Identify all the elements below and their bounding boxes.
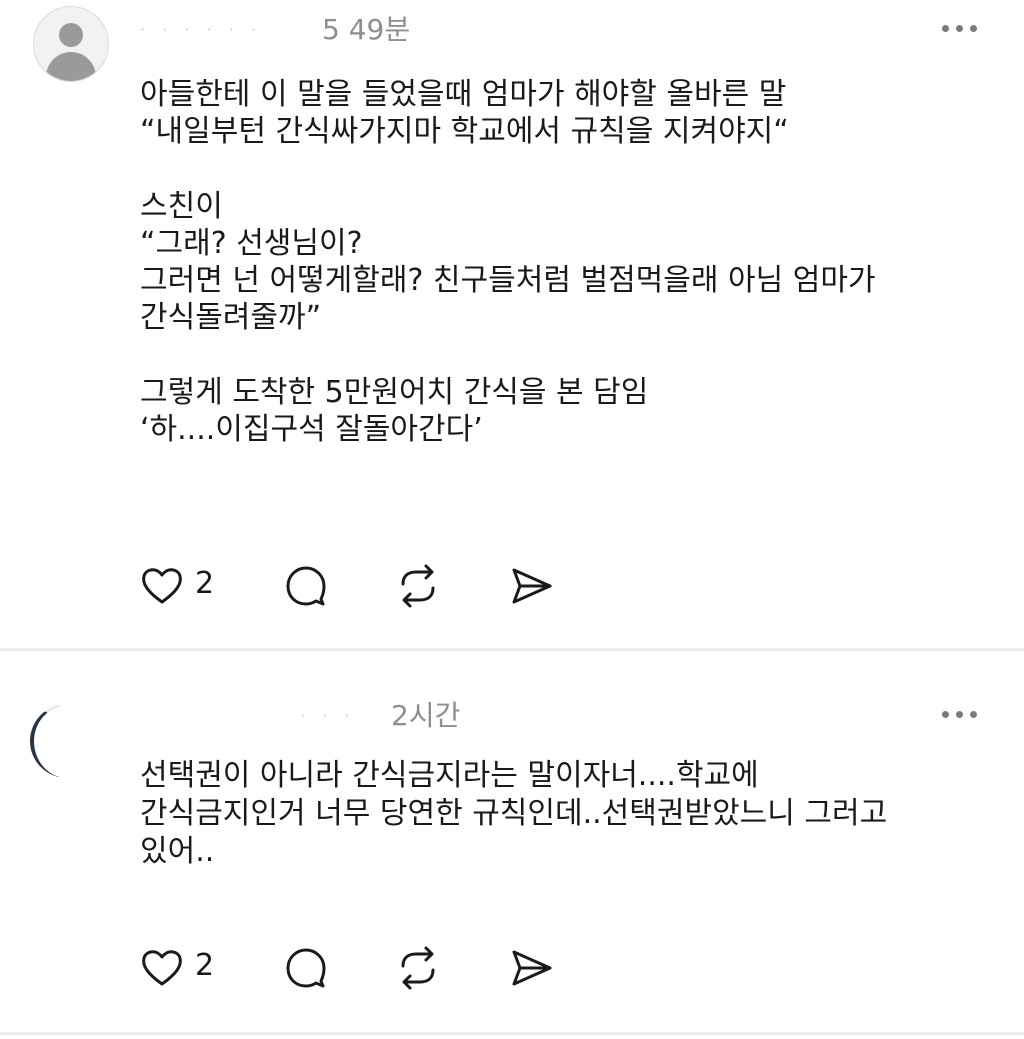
comment-bubble-icon <box>286 948 326 988</box>
more-dots-icon[interactable] <box>940 705 980 725</box>
comment-divider <box>0 1032 1024 1035</box>
comment-paragraph: 선택권이 아니라 간식금지라는 말이자너....학교에 간식금지인거 너무 당연… <box>140 758 888 869</box>
comment-paragraph: 스친이 “그래? 선생님이? 그러면 넌 어떻게할래? 친구들처럼 벌점먹을래 … <box>140 189 876 335</box>
comment-time: 5 49분 <box>322 13 411 46</box>
send-icon <box>512 950 552 986</box>
avatar-head-shape <box>59 23 83 47</box>
send-icon <box>512 568 552 604</box>
repost-button[interactable] <box>393 562 443 610</box>
action-bar: 2 <box>138 562 578 612</box>
heart-icon <box>142 568 182 604</box>
more-dots-icon[interactable] <box>940 19 980 39</box>
comment-item: · · · 2시간 선택권이 아니라 간식금지라는 말이자너....학교에 간식… <box>0 652 1024 1034</box>
username[interactable]: · · · · · · <box>140 12 300 48</box>
repost-button[interactable] <box>393 944 443 992</box>
comment-paragraph: 아들한테 이 말을 들었을때 엄마가 해야할 올바른 말 “내일부턴 간식싸가지… <box>140 77 789 149</box>
user-avatar[interactable] <box>30 704 60 778</box>
repost-icon <box>401 946 435 990</box>
comment-item: · · · · · · 5 49분 아들한테 이 말을 들었을때 엄마가 해야할… <box>0 0 1024 648</box>
action-bar: 2 <box>138 944 578 994</box>
share-button[interactable] <box>506 562 556 610</box>
comment-body: 선택권이 아니라 간식금지라는 말이자너....학교에 간식금지인거 너무 당연… <box>140 757 980 871</box>
comment-paragraph: 그렇게 도착한 5만원어치 간식을 본 담임 ‘하....이집구석 잘돌아간다’ <box>140 375 649 447</box>
like-button[interactable]: 2 <box>138 944 218 992</box>
comment-divider <box>0 648 1024 651</box>
comment-body: 아들한테 이 말을 들었을때 엄마가 해야할 올바른 말 “내일부턴 간식싸가지… <box>140 76 980 486</box>
like-count: 2 <box>195 948 215 983</box>
heart-icon <box>142 950 182 986</box>
comment-time: 2시간 <box>391 699 461 732</box>
reply-button[interactable] <box>282 562 330 610</box>
username[interactable]: · · · <box>300 698 380 734</box>
share-button[interactable] <box>506 944 556 992</box>
repost-icon <box>401 564 435 608</box>
like-button[interactable]: 2 <box>138 562 218 610</box>
like-count: 2 <box>195 566 215 601</box>
reply-button[interactable] <box>282 944 330 992</box>
user-avatar[interactable] <box>33 6 109 82</box>
avatar-body-shape <box>46 52 96 81</box>
comment-bubble-icon <box>286 566 326 606</box>
